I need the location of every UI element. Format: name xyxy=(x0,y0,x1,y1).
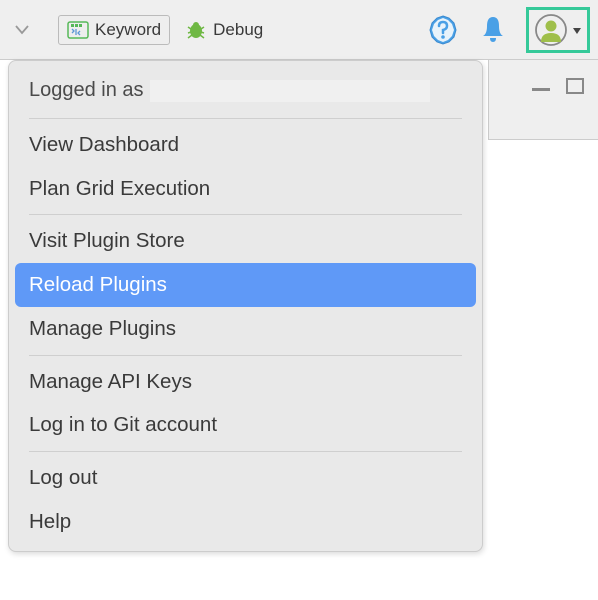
toolbar-dropdown-arrow[interactable] xyxy=(8,14,36,46)
chevron-down-icon xyxy=(15,25,29,35)
menu-item-plan-grid-execution[interactable]: Plan Grid Execution xyxy=(15,167,476,211)
content-area xyxy=(488,140,598,600)
avatar-button[interactable] xyxy=(526,7,590,53)
debug-label: Debug xyxy=(213,20,263,40)
keyword-button[interactable]: Keyword xyxy=(58,15,170,45)
menu-item-reload-plugins[interactable]: Reload Plugins xyxy=(15,263,476,307)
logged-in-as-label: Logged in as xyxy=(29,79,144,102)
sidebar-tab-icons xyxy=(488,60,598,140)
keyword-icon xyxy=(67,21,89,39)
menu-separator xyxy=(29,214,462,215)
user-dropdown-menu: Logged in as View DashboardPlan Grid Exe… xyxy=(8,60,483,552)
menu-item-visit-plugin-store[interactable]: Visit Plugin Store xyxy=(15,219,476,263)
menu-item-help[interactable]: Help xyxy=(15,500,476,544)
bell-icon xyxy=(478,14,508,46)
help-button[interactable] xyxy=(426,13,460,47)
restore-view-button[interactable] xyxy=(566,78,584,94)
menu-separator xyxy=(29,451,462,452)
menu-item-log-in-to-git-account[interactable]: Log in to Git account xyxy=(15,403,476,447)
debug-button[interactable]: Debug xyxy=(176,15,272,45)
bug-icon xyxy=(185,20,207,40)
toolbar: Keyword Debug xyxy=(0,0,598,60)
avatar-icon xyxy=(535,14,567,46)
menu-item-manage-api-keys[interactable]: Manage API Keys xyxy=(15,360,476,404)
menu-separator xyxy=(29,355,462,356)
username-value xyxy=(150,80,430,102)
help-icon xyxy=(426,13,460,47)
notifications-button[interactable] xyxy=(478,14,508,46)
menu-item-log-out[interactable]: Log out xyxy=(15,456,476,500)
restore-icon xyxy=(566,78,584,94)
minimize-view-button[interactable] xyxy=(532,78,550,92)
menu-item-manage-plugins[interactable]: Manage Plugins xyxy=(15,307,476,351)
caret-down-icon xyxy=(573,21,581,39)
menu-item-view-dashboard[interactable]: View Dashboard xyxy=(15,123,476,167)
menu-logged-in-header: Logged in as xyxy=(15,69,476,114)
minimize-icon xyxy=(532,78,550,92)
menu-separator xyxy=(29,118,462,119)
keyword-label: Keyword xyxy=(95,20,161,40)
